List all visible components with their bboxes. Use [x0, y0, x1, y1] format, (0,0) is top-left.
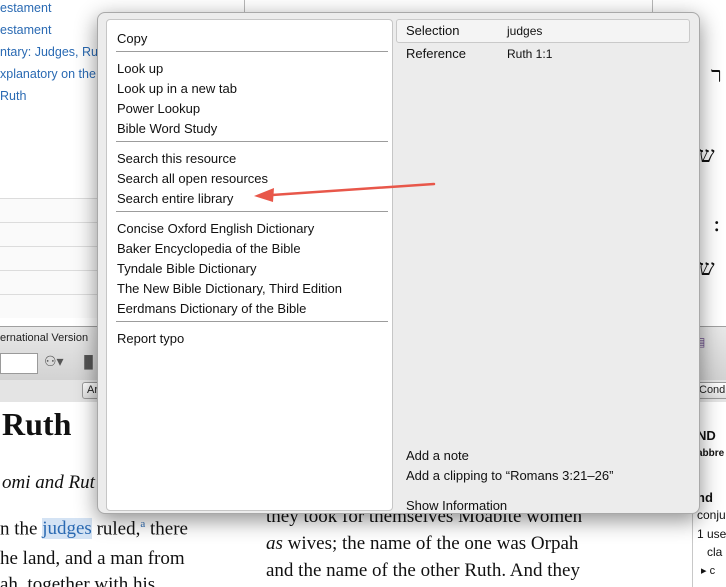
hebrew-text: ש: [699, 143, 715, 168]
menu-item-copy[interactable]: Copy: [117, 31, 147, 46]
menu-item-search-all-open[interactable]: Search all open resources: [117, 171, 268, 186]
selection-label: Selection: [406, 23, 460, 38]
library-link[interactable]: xplanatory on the: [0, 67, 96, 81]
menu-item-add-note[interactable]: Add a note: [406, 448, 469, 463]
verse-text: ruled,: [91, 518, 141, 540]
reference-label: Reference: [406, 46, 466, 61]
verse-line: ah, together with his: [0, 574, 156, 587]
menu-item-dictionary[interactable]: Concise Oxford English Dictionary: [117, 221, 314, 236]
menu-item-dictionary[interactable]: Eerdmans Dictionary of the Bible: [117, 301, 306, 316]
hebrew-text: :: [713, 212, 721, 237]
menu-separator: [116, 321, 388, 322]
visual-filter-icon[interactable]: ⚇▾: [44, 353, 64, 370]
verse-text: there: [145, 518, 188, 540]
hebrew-text: ש: [699, 256, 715, 281]
menu-info-column: Selection judges Reference Ruth 1:1 Add …: [396, 19, 692, 513]
menu-item-bible-word-study[interactable]: Bible Word Study: [117, 121, 217, 136]
selection-value: judges: [507, 24, 543, 38]
menu-actions-column: Copy Look up Look up in a new tab Power …: [106, 19, 393, 511]
menu-item-dictionary[interactable]: The New Bible Dictionary, Third Edition: [117, 281, 342, 296]
library-link[interactable]: Ruth: [0, 89, 26, 103]
verse-text: wives; the name of the one was Orpah: [282, 533, 579, 554]
dictionary-text: abbre: [697, 448, 725, 459]
menu-item-look-up[interactable]: Look up: [117, 61, 163, 76]
verse-italic: as: [266, 533, 283, 554]
verse-line: and the name of the other Ruth. And they: [266, 560, 580, 581]
library-link[interactable]: estament: [0, 1, 51, 15]
verse-text: n the: [0, 518, 43, 540]
context-menu: Copy Look up Look up in a new tab Power …: [97, 12, 700, 514]
menu-item-report-typo[interactable]: Report typo: [117, 331, 184, 346]
menu-item-power-lookup[interactable]: Power Lookup: [117, 101, 200, 116]
dictionary-text: cla: [707, 545, 723, 559]
reference-value[interactable]: Ruth 1:1: [507, 47, 552, 61]
menu-item-add-clipping[interactable]: Add a clipping to “Romans 3:21–26”: [406, 468, 613, 483]
dictionary-text: ▸ c: [701, 565, 716, 577]
verse-line: he land, and a man from: [0, 548, 185, 569]
menu-separator: [116, 211, 388, 212]
verse-line: as wives; the name of the one was Orpah: [266, 533, 578, 555]
hebrew-text: ר: [711, 63, 722, 88]
library-link[interactable]: estament: [0, 23, 51, 37]
selection-row[interactable]: Selection judges: [396, 19, 690, 43]
menu-separator: [116, 141, 388, 142]
verse-line: n the judges ruled,a there: [0, 518, 188, 540]
resource-title: ernational Version: [0, 332, 89, 344]
parallel-icon[interactable]: ▐▌: [80, 355, 97, 369]
section-heading: omi and Rut: [2, 472, 95, 493]
menu-separator: [116, 51, 388, 52]
menu-item-dictionary[interactable]: Tyndale Bible Dictionary: [117, 261, 256, 276]
dictionary-text: conju: [697, 508, 726, 522]
dictionary-text: 1 use: [697, 527, 726, 541]
reference-box[interactable]: [0, 353, 38, 374]
menu-item-show-information[interactable]: Show Information: [406, 498, 507, 513]
book-heading: Ruth: [2, 406, 72, 442]
menu-item-search-entire-library[interactable]: Search entire library: [117, 191, 233, 206]
menu-item-look-up-new-tab[interactable]: Look up in a new tab: [117, 81, 237, 96]
menu-item-dictionary[interactable]: Baker Encyclopedia of the Bible: [117, 241, 301, 256]
selected-word[interactable]: judges: [42, 518, 92, 540]
menu-item-search-this-resource[interactable]: Search this resource: [117, 151, 236, 166]
library-link[interactable]: ntary: Judges, Rut: [0, 45, 101, 59]
